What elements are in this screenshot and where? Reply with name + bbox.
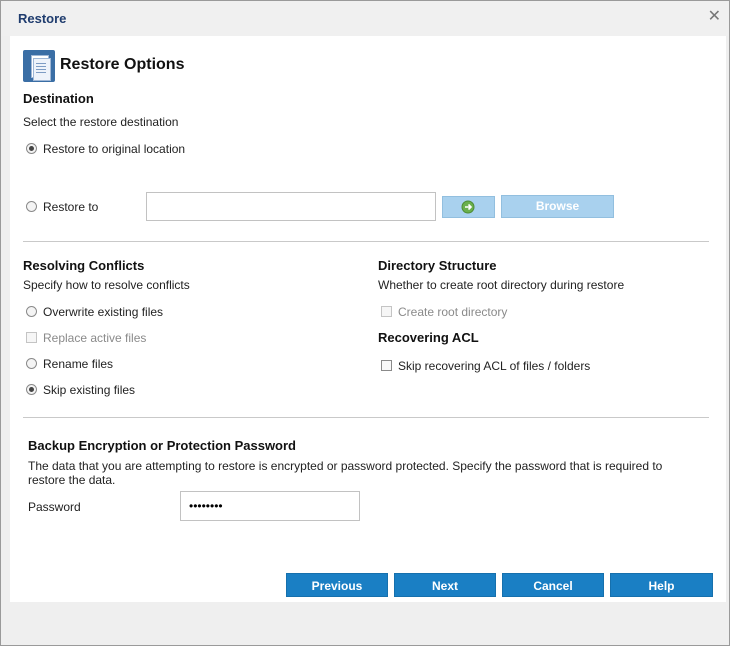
conflicts-heading: Resolving Conflicts [23,258,145,273]
divider [23,417,709,418]
directory-subtitle: Whether to create root directory during … [378,278,625,292]
next-button[interactable]: Next [394,573,496,597]
destination-subtitle: Select the restore destination [23,115,179,129]
radio-rename[interactable] [26,358,37,369]
destination-heading: Destination [23,91,94,106]
restore-dialog: Restore ✕ Restore Options Destination Se… [0,0,730,646]
label-restore-to[interactable]: Restore to [43,200,98,214]
restore-path-go-button[interactable] [442,196,495,218]
label-skip-existing[interactable]: Skip existing files [43,383,135,397]
close-icon[interactable]: ✕ [708,6,721,26]
label-overwrite[interactable]: Overwrite existing files [43,305,163,319]
label-create-root: Create root directory [398,305,508,319]
radio-restore-original[interactable] [26,143,37,154]
label-restore-original[interactable]: Restore to original location [43,142,185,156]
label-rename[interactable]: Rename files [43,357,113,371]
label-skip-acl[interactable]: Skip recovering ACL of files / folders [398,359,590,373]
checkbox-create-root [381,306,392,317]
password-input[interactable] [180,491,360,521]
browse-button[interactable]: Browse [501,195,614,218]
green-arrow-icon [461,200,475,214]
restore-path-input[interactable] [146,192,436,221]
cancel-button[interactable]: Cancel [502,573,604,597]
conflicts-subtitle: Specify how to resolve conflicts [23,278,190,292]
content-panel: Restore Options Destination Select the r… [10,36,726,602]
checkbox-skip-acl[interactable] [381,360,392,371]
previous-button[interactable]: Previous [286,573,388,597]
page-title: Restore Options [60,56,185,73]
checkbox-replace-active [26,332,37,343]
encryption-description-line2: restore the data. [28,473,116,487]
radio-restore-to[interactable] [26,201,37,212]
divider [23,241,709,242]
encryption-heading: Backup Encryption or Protection Password [28,438,296,453]
label-replace-active: Replace active files [43,331,147,345]
directory-heading: Directory Structure [378,258,497,273]
radio-overwrite[interactable] [26,306,37,317]
encryption-description-line1: The data that you are attempting to rest… [28,459,663,473]
title-bar: Restore ✕ [1,1,729,36]
password-label: Password [28,500,81,514]
radio-skip-existing[interactable] [26,384,37,395]
acl-heading: Recovering ACL [378,330,479,345]
help-button[interactable]: Help [610,573,713,597]
document-stack-icon [23,50,55,82]
dialog-title: Restore [18,11,67,26]
